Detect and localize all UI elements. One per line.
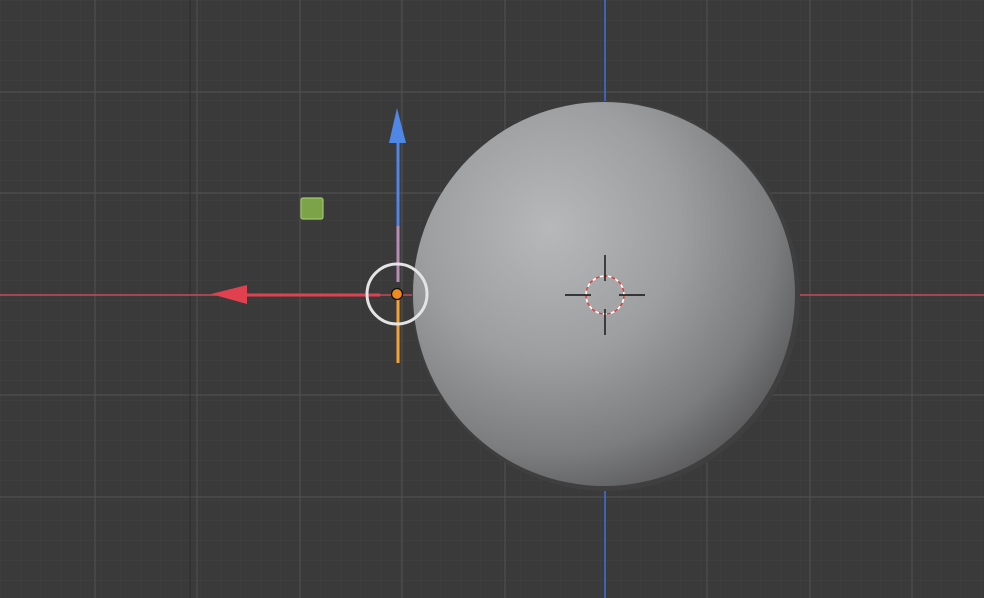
origin-pivot-icon[interactable]: [390, 287, 404, 301]
3d-viewport[interactable]: [0, 0, 984, 598]
viewport-canvas[interactable]: [0, 0, 984, 598]
sphere-object[interactable]: [413, 102, 795, 486]
gizmo-xz-plane-handle-icon[interactable]: [300, 197, 324, 220]
